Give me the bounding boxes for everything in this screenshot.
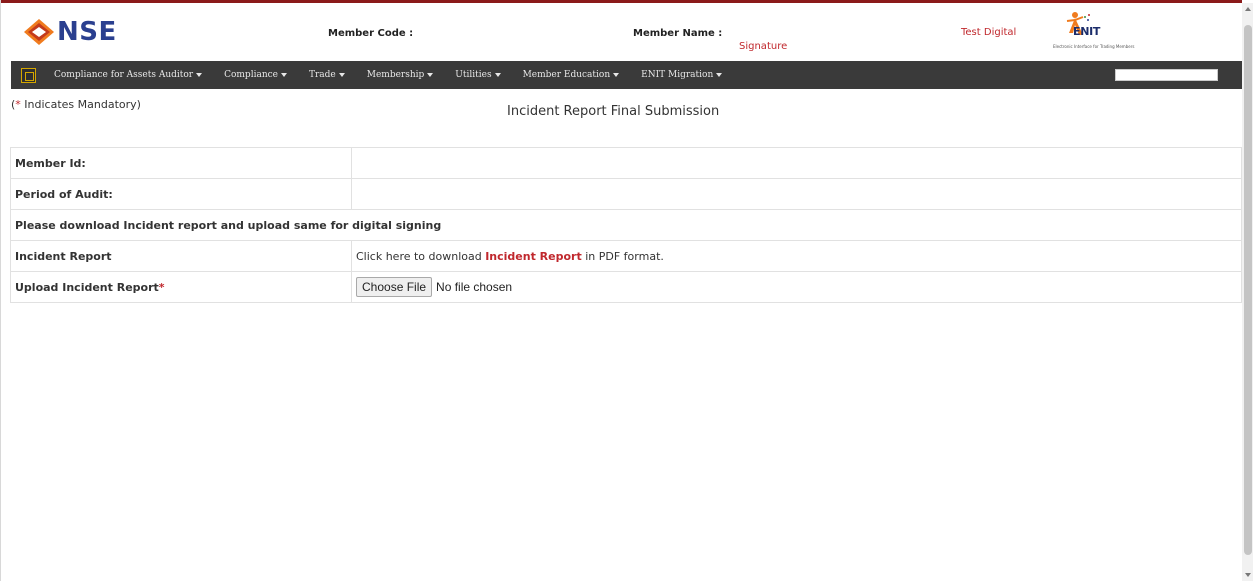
- nav-search-input[interactable]: [1115, 69, 1218, 81]
- caret-down-icon: [196, 73, 203, 77]
- nse-logo-icon: [24, 19, 54, 45]
- member-id-label: Member Id:: [10, 147, 352, 179]
- nav-label: Utilities: [455, 70, 492, 80]
- incident-report-download-link[interactable]: Incident Report: [485, 250, 582, 263]
- nav-membership[interactable]: Membership: [367, 70, 434, 80]
- nav-member-education[interactable]: Member Education: [523, 70, 620, 80]
- table-row: Upload Incident Report* Choose File No fi…: [10, 271, 1242, 303]
- download-cell: Click here to download Incident Report i…: [351, 240, 1242, 272]
- page-frame: NSE Member Code : Member Name : Signatur…: [0, 0, 1253, 581]
- upload-cell: Choose File No file chosen: [351, 271, 1242, 303]
- nav-compliance-for-assets-auditor[interactable]: Compliance for Assets Auditor: [54, 70, 203, 80]
- nse-logo[interactable]: NSE: [24, 17, 117, 47]
- nav-utilities[interactable]: Utilities: [455, 70, 501, 80]
- caret-down-icon: [494, 73, 501, 77]
- choose-file-button[interactable]: Choose File: [356, 277, 433, 297]
- nav-trade[interactable]: Trade: [309, 70, 345, 80]
- main-navbar: Compliance for Assets Auditor Compliance…: [11, 61, 1242, 89]
- table-row: Period of Audit:: [10, 178, 1242, 210]
- nav-label: Compliance for Assets Auditor: [54, 70, 194, 80]
- download-prefix: Click here to download: [356, 249, 486, 263]
- header: NSE Member Code : Member Name : Signatur…: [1, 3, 1242, 61]
- scroll-thumb[interactable]: [1244, 25, 1252, 555]
- nav-label: Membership: [366, 70, 425, 80]
- mandatory-text: Indicates Mandatory): [20, 98, 141, 111]
- mandatory-note: (* Indicates Mandatory): [11, 98, 141, 111]
- page-title: Incident Report Final Submission: [507, 104, 720, 119]
- period-of-audit-label: Period of Audit:: [10, 178, 352, 210]
- nav-label: Compliance: [224, 70, 278, 80]
- nav-label: Trade: [308, 70, 336, 80]
- caret-down-icon: [716, 73, 723, 77]
- caret-down-icon: [427, 73, 434, 77]
- enit-tagline: Electronic Interface for Trading Members: [1053, 44, 1135, 49]
- upload-incident-report-label: Upload Incident Report*: [10, 271, 352, 303]
- nav-label: ENIT Migration: [641, 70, 714, 80]
- menu-toggle-icon[interactable]: [21, 67, 36, 83]
- scroll-down-arrow-icon[interactable]: [1245, 573, 1251, 577]
- incident-form-table: Member Id: Period of Audit: Please downl…: [10, 147, 1242, 303]
- test-digital-text: Test Digital: [961, 27, 1017, 38]
- required-star: *: [158, 280, 165, 294]
- upload-label-text: Upload Incident Report: [15, 280, 159, 294]
- caret-down-icon: [613, 73, 620, 77]
- vertical-scrollbar[interactable]: [1242, 3, 1253, 581]
- caret-down-icon: [338, 73, 345, 77]
- file-status-text: No file chosen: [436, 280, 513, 294]
- incident-report-label: Incident Report: [10, 240, 352, 272]
- table-row: Member Id:: [10, 147, 1242, 179]
- table-row: Please download Incident report and uplo…: [10, 209, 1242, 241]
- member-name-label: Member Name :: [633, 28, 723, 39]
- nav-enit-migration[interactable]: ENIT Migration: [641, 70, 723, 80]
- caret-down-icon: [280, 73, 287, 77]
- enit-logo-text: ENIT: [1073, 25, 1101, 38]
- period-of-audit-value: [351, 178, 1242, 210]
- table-row: Incident Report Click here to download I…: [10, 240, 1242, 272]
- enit-logo: ENIT Electronic Interface for Trading Me…: [1049, 11, 1159, 57]
- download-suffix: in PDF format.: [581, 249, 664, 263]
- signature-text: Signature: [739, 41, 788, 52]
- download-instruction: Please download Incident report and uplo…: [10, 209, 1242, 241]
- nav-label: Member Education: [522, 70, 611, 80]
- nav-compliance[interactable]: Compliance: [224, 70, 287, 80]
- member-id-value: [351, 147, 1242, 179]
- scroll-up-arrow-icon[interactable]: [1245, 7, 1251, 11]
- member-code-label: Member Code :: [328, 28, 414, 39]
- nse-logo-text: NSE: [57, 17, 117, 47]
